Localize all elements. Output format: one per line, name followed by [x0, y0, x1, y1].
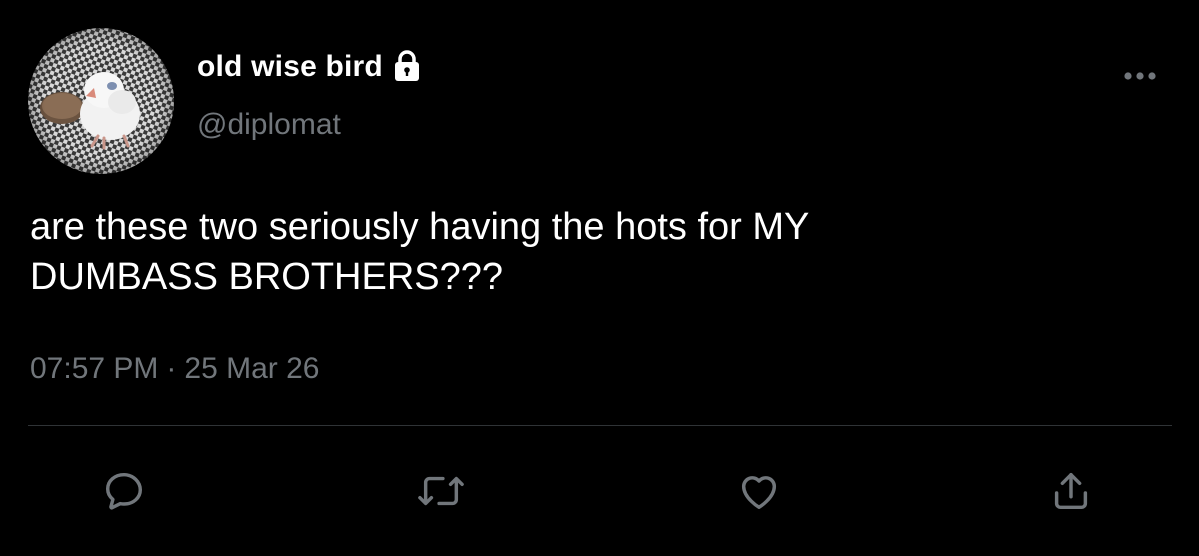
tweet-time: 07:57 PM: [30, 352, 159, 385]
meta-separator: ·: [166, 352, 177, 385]
retweet-button[interactable]: [416, 466, 466, 516]
reply-bubble-icon: [105, 472, 143, 510]
display-name-row: old wise bird: [197, 46, 422, 88]
share-button[interactable]: [1046, 466, 1096, 516]
heart-icon: [741, 476, 777, 510]
reply-button[interactable]: [99, 466, 149, 516]
tweet-text: are these two seriously having the hots …: [30, 206, 810, 298]
tweet: old wise bird @diplomat are these two se…: [0, 0, 1199, 556]
tweet-timestamp[interactable]: 07:57 PM · 25 Mar 26: [30, 352, 320, 386]
user-handle[interactable]: @diplomat: [197, 108, 341, 142]
retweet-icon: [418, 476, 464, 506]
tweet-date: 25 Mar 26: [184, 352, 320, 385]
display-name[interactable]: old wise bird: [197, 50, 383, 84]
like-button[interactable]: [734, 466, 784, 516]
divider: [28, 425, 1172, 426]
avatar[interactable]: [28, 28, 174, 174]
avatar-image: [28, 28, 174, 174]
lock-icon: [392, 49, 422, 83]
share-icon: [1054, 472, 1088, 510]
more-options-icon[interactable]: [1118, 64, 1162, 88]
